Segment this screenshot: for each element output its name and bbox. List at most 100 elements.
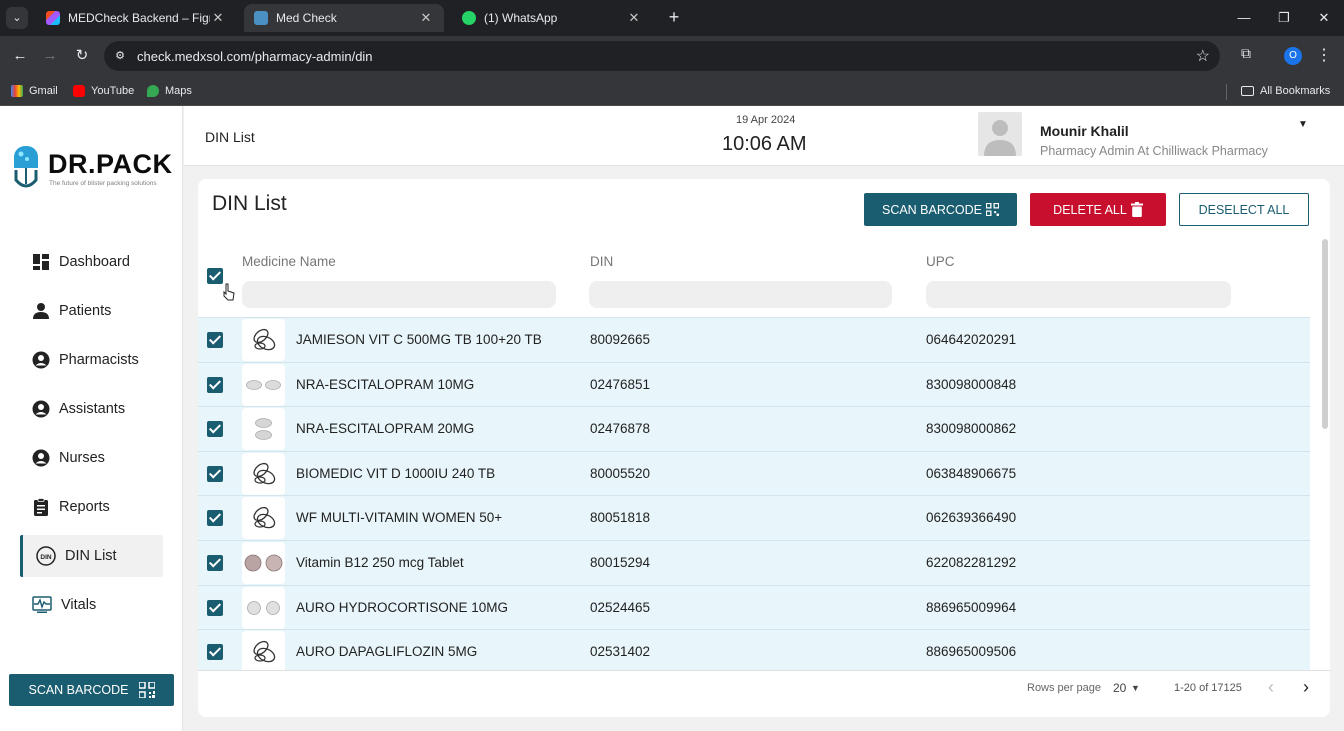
profile-avatar[interactable]: O	[1284, 47, 1302, 65]
medicine-name: AURO HYDROCORTISONE 10MG	[296, 599, 509, 615]
scan-barcode-button[interactable]: SCAN BARCODE	[864, 193, 1017, 226]
next-page-icon[interactable]: ›	[1303, 677, 1309, 698]
back-icon[interactable]: ←	[8, 44, 32, 68]
medicine-thumbnail	[242, 586, 285, 629]
logo-tagline: The future of blister packing solutions	[49, 180, 157, 187]
deselect-all-button[interactable]: DESELECT ALL	[1179, 193, 1309, 226]
bookmark-maps[interactable]: Maps	[147, 83, 192, 99]
user-menu-caret-icon[interactable]: ▼	[1298, 119, 1308, 130]
sidebar-scan-barcode-button[interactable]: SCAN BARCODE	[9, 674, 174, 706]
sidebar-item-dashboard[interactable]: Dashboard	[20, 241, 163, 283]
new-tab-button[interactable]: +	[664, 7, 684, 29]
bookmark-youtube[interactable]: YouTube	[73, 83, 134, 99]
tab-search-button[interactable]: ⌄	[6, 7, 28, 29]
qr-code-icon	[138, 682, 155, 698]
browser-tab-figma[interactable]: MEDCheck Backend – Figma ✕	[36, 4, 236, 32]
medicine-thumbnail	[242, 541, 285, 584]
site-info-icon[interactable]: ⚙	[112, 48, 128, 64]
din-filter-input[interactable]	[589, 281, 892, 308]
table-row[interactable]: BIOMEDIC VIT D 1000IU 240 TB 80005520 06…	[198, 450, 1310, 496]
sidebar-item-din-list[interactable]: DIN DIN List	[20, 535, 163, 577]
din-value: 02531402	[590, 644, 651, 660]
sidebar-item-vitals[interactable]: Vitals	[20, 584, 163, 626]
table-row[interactable]: NRA-ESCITALOPRAM 10MG 02476851 830098000…	[198, 361, 1310, 407]
row-checkbox[interactable]	[207, 644, 223, 661]
upc-value: 886965009964	[926, 599, 1017, 615]
chevron-down-icon[interactable]: ▼	[1131, 683, 1140, 693]
sidebar-item-assistants[interactable]: Assistants	[20, 388, 163, 430]
sidebar-item-pharmacists[interactable]: Pharmacists	[20, 339, 163, 381]
close-window-icon[interactable]: ✕	[1312, 6, 1336, 30]
row-checkbox[interactable]	[207, 332, 223, 348]
sidebar-item-nurses[interactable]: Nurses	[20, 437, 163, 479]
medicine-name: NRA-ESCITALOPRAM 20MG	[296, 421, 475, 437]
row-checkbox[interactable]	[207, 376, 223, 393]
header-time: 10:06 AM	[722, 133, 807, 155]
delete-all-button[interactable]: DELETE ALL	[1030, 193, 1166, 226]
table-row[interactable]: AURO HYDROCORTISONE 10MG 02524465 886965…	[198, 584, 1310, 630]
din-value: 80005520	[590, 465, 651, 481]
row-checkbox[interactable]	[207, 599, 223, 616]
tab-label: Med Check	[276, 11, 337, 25]
medicine-thumbnail	[242, 497, 285, 540]
browser-tab-whatsapp[interactable]: (1) WhatsApp ✕	[452, 4, 652, 32]
sidebar-item-reports[interactable]: Reports	[20, 486, 163, 528]
forward-icon[interactable]: →	[38, 44, 62, 68]
avatar[interactable]	[978, 112, 1022, 156]
row-checkbox[interactable]	[207, 465, 223, 482]
row-checkbox[interactable]	[207, 554, 223, 571]
bookmark-gmail[interactable]: Gmail	[11, 83, 58, 99]
table-row[interactable]: Vitamin B12 250 mcg Tablet 80015294 6220…	[198, 539, 1310, 585]
rows-per-page-select[interactable]: 20	[1113, 681, 1126, 695]
reload-icon[interactable]: ↻	[70, 44, 94, 68]
column-header-upc[interactable]: UPC	[926, 254, 955, 269]
sidebar-item-label: Assistants	[59, 401, 126, 417]
pill-placeholder-icon	[253, 462, 276, 485]
logo-capsule-icon	[14, 146, 38, 188]
delete-all-label: DELETE ALL	[1053, 202, 1127, 217]
header-date: 19 Apr 2024	[736, 114, 796, 126]
qr-code-icon	[986, 203, 1000, 216]
trash-icon	[1130, 202, 1143, 217]
table-row[interactable]: JAMIESON VIT C 500MG TB 100+20 TB 800926…	[198, 317, 1310, 362]
default-avatar-icon	[984, 120, 1016, 156]
address-bar[interactable]: ⚙ check.medxsol.com/pharmacy-admin/din ☆	[104, 41, 1220, 71]
url-text[interactable]: check.medxsol.com/pharmacy-admin/din	[137, 49, 373, 64]
din-table-body: JAMIESON VIT C 500MG TB 100+20 TB 800926…	[198, 317, 1310, 674]
bookmarks-divider	[1226, 84, 1227, 100]
upc-value: 830098000848	[926, 376, 1017, 392]
select-all-checkbox[interactable]	[207, 268, 223, 284]
row-checkbox[interactable]	[207, 510, 223, 527]
browser-tab-medcheck[interactable]: Med Check ✕	[244, 4, 444, 32]
vitals-icon	[32, 596, 52, 613]
medicine-name: WF MULTI-VITAMIN WOMEN 50+	[296, 510, 503, 526]
browser-menu-icon[interactable]: ⋮	[1316, 44, 1332, 68]
bookmark-label: Gmail	[29, 85, 58, 97]
close-icon[interactable]: ✕	[210, 10, 226, 26]
close-icon[interactable]: ✕	[626, 10, 642, 26]
white-oval-pills-image	[246, 379, 281, 390]
column-header-medicine-name[interactable]: Medicine Name	[242, 254, 336, 269]
all-bookmarks[interactable]: All Bookmarks	[1241, 83, 1330, 99]
table-scrollbar[interactable]	[1322, 239, 1328, 429]
restore-icon[interactable]: ❐	[1272, 6, 1296, 30]
previous-page-icon[interactable]: ‹	[1268, 677, 1274, 698]
table-row[interactable]: NRA-ESCITALOPRAM 20MG 02476878 830098000…	[198, 406, 1310, 451]
upc-filter-input[interactable]	[926, 281, 1231, 308]
table-row[interactable]: WF MULTI-VITAMIN WOMEN 50+ 80051818 0626…	[198, 495, 1310, 540]
column-header-din[interactable]: DIN	[590, 254, 613, 269]
sidebar-item-patients[interactable]: Patients	[20, 290, 163, 332]
close-icon[interactable]: ✕	[418, 10, 434, 26]
upc-value: 062639366490	[926, 510, 1017, 526]
medicine-name: BIOMEDIC VIT D 1000IU 240 TB	[296, 465, 496, 481]
table-row[interactable]: AURO DAPAGLIFLOZIN 5MG 02531402 88696500…	[198, 629, 1310, 674]
extensions-icon[interactable]: ⧉	[1236, 45, 1256, 65]
user-name[interactable]: Mounir Khalil	[1040, 123, 1129, 139]
logo-text: DR.PACK	[48, 149, 173, 179]
din-value: 80092665	[590, 332, 651, 347]
row-checkbox[interactable]	[207, 421, 223, 438]
minimize-icon[interactable]: —	[1232, 6, 1256, 30]
medicine-name-filter-input[interactable]	[242, 281, 556, 308]
card-title: DIN List	[212, 192, 287, 215]
bookmark-star-icon[interactable]: ☆	[1196, 46, 1210, 66]
